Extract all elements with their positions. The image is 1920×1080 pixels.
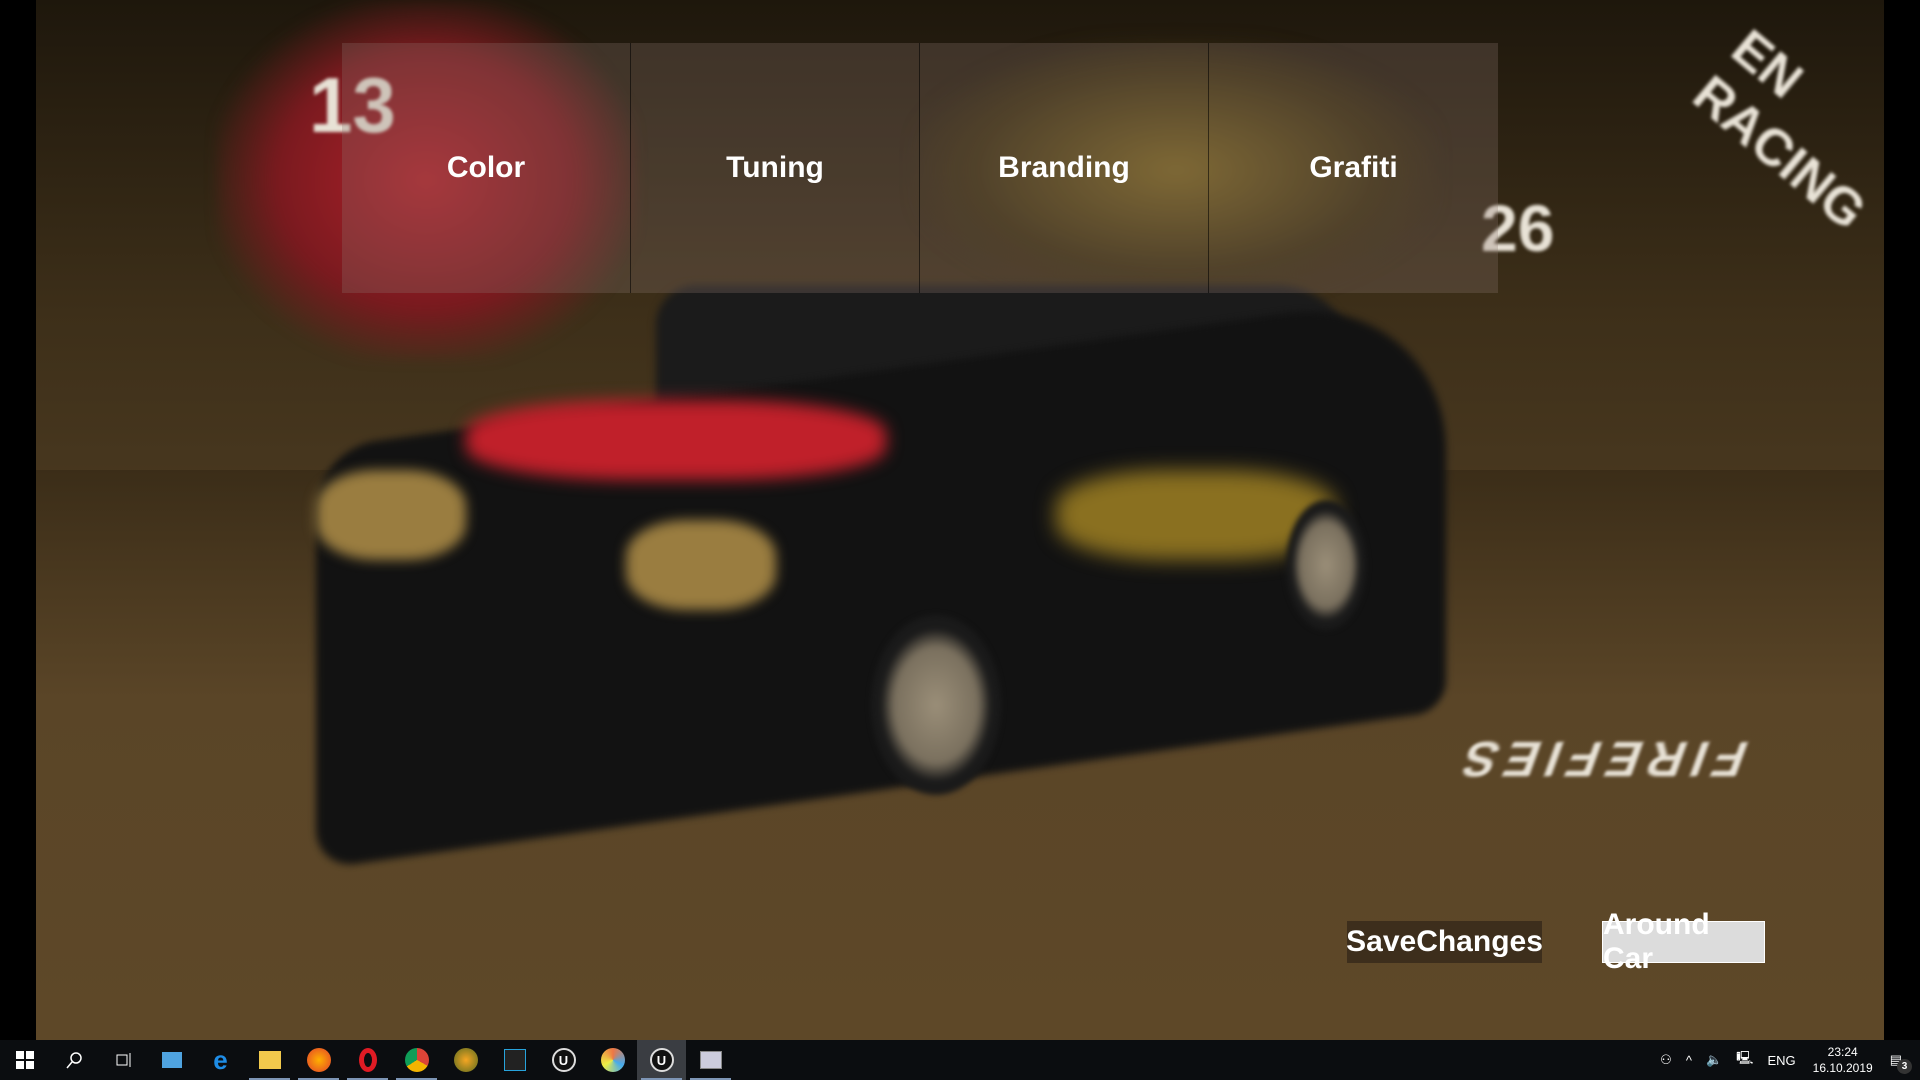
floor-text: FIREFIES <box>1445 731 1756 787</box>
chevron-up-icon[interactable]: ^ <box>1686 1053 1692 1068</box>
save-changes-button[interactable]: SaveChanges <box>1346 921 1543 963</box>
date: 16.10.2019 <box>1812 1061 1873 1075</box>
fl-studio-icon[interactable] <box>441 1040 490 1080</box>
volume-icon[interactable]: 🔈 <box>1706 1052 1722 1068</box>
tab-grafiti[interactable]: Grafiti <box>1209 43 1498 293</box>
edge-icon[interactable]: e <box>196 1040 245 1080</box>
unreal-engine-active-icon[interactable]: U <box>637 1040 686 1080</box>
people-icon[interactable]: ⚇ <box>1660 1052 1672 1068</box>
search-icon[interactable] <box>49 1040 98 1080</box>
car-headlight <box>626 520 776 610</box>
tab-tuning[interactable]: Tuning <box>631 43 920 293</box>
network-icon[interactable]: 🖳 <box>1736 1049 1753 1071</box>
start-icon[interactable] <box>0 1040 49 1080</box>
car-headlight <box>316 470 466 560</box>
task-view-icon[interactable] <box>98 1040 147 1080</box>
tab-color[interactable]: Color <box>342 43 631 293</box>
clock[interactable]: 23:24 16.10.2019 <box>1813 1044 1873 1076</box>
car-wheel <box>871 615 1001 795</box>
customization-menu: Color Tuning Branding Grafiti <box>342 43 1498 293</box>
remote-desktop-icon[interactable] <box>147 1040 196 1080</box>
notifications-icon[interactable]: ▤ 3 <box>1890 1052 1912 1074</box>
file-explorer-icon[interactable] <box>245 1040 294 1080</box>
paint-icon[interactable] <box>588 1040 637 1080</box>
chrome-icon[interactable] <box>392 1040 441 1080</box>
car-wheel <box>1286 500 1366 630</box>
task-manager-icon[interactable] <box>686 1040 735 1080</box>
unreal-engine-icon[interactable]: U <box>539 1040 588 1080</box>
car-hood-graffiti <box>466 400 886 480</box>
language-indicator[interactable]: ENG <box>1767 1053 1795 1068</box>
system-tray: ⚇ ^ 🔈 🖳 ENG 23:24 16.10.2019 ▤ 3 <box>1653 1040 1920 1080</box>
around-car-button[interactable]: Around Car <box>1602 908 1765 975</box>
opera-icon[interactable] <box>343 1040 392 1080</box>
notification-count: 3 <box>1897 1059 1912 1074</box>
movie-maker-icon[interactable] <box>490 1040 539 1080</box>
firefox-icon[interactable] <box>294 1040 343 1080</box>
tab-branding[interactable]: Branding <box>920 43 1209 293</box>
time: 23:24 <box>1827 1045 1858 1059</box>
taskbar: e U U ⚇ ^ 🔈 🖳 ENG 23:24 16.10.2019 ▤ 3 <box>0 1040 1920 1080</box>
